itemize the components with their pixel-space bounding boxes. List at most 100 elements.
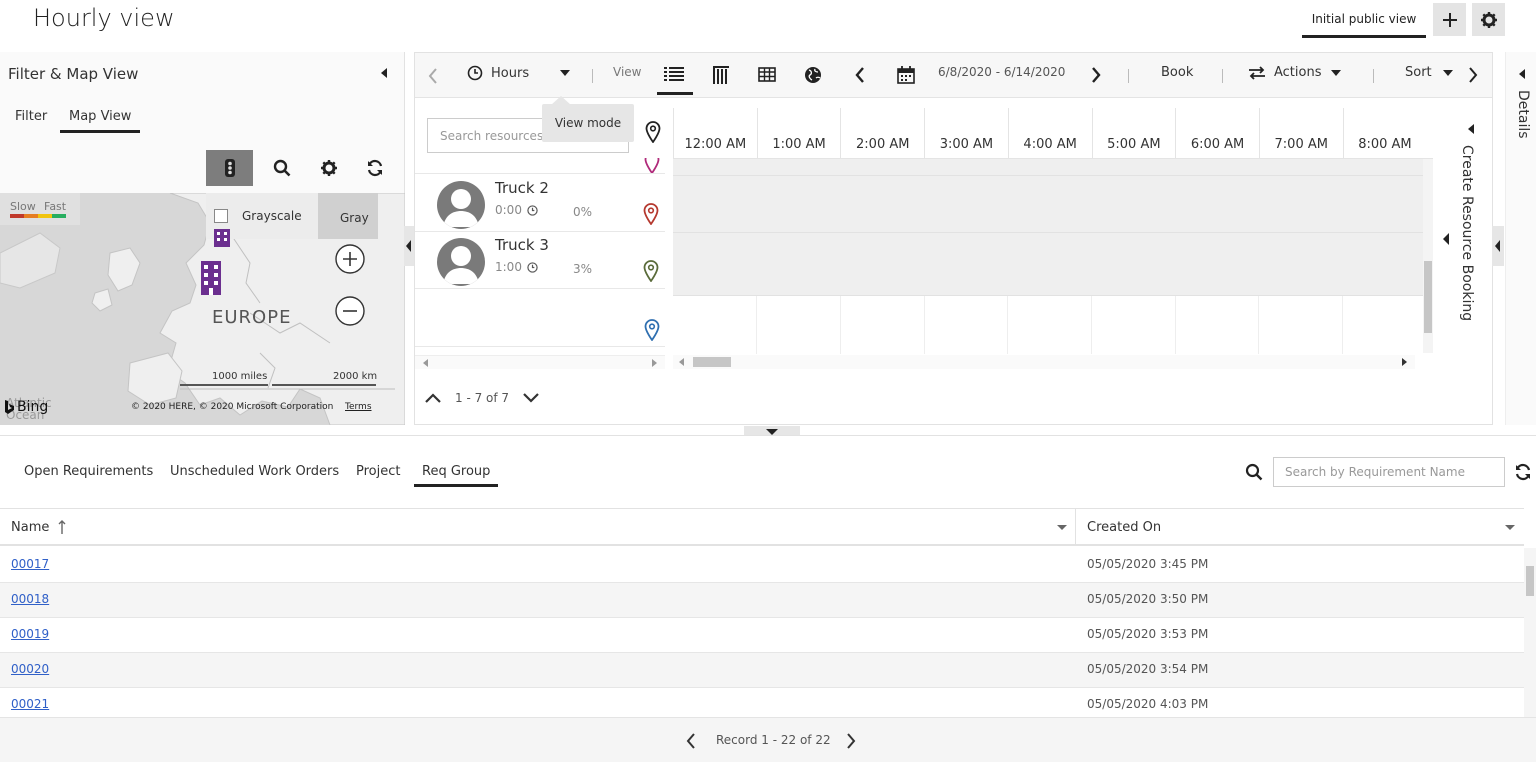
requirement-link[interactable]: 00020 xyxy=(11,662,49,676)
column-menu-icon[interactable] xyxy=(1056,524,1068,531)
building-marker-icon[interactable] xyxy=(212,229,232,247)
previous-page-icon[interactable] xyxy=(686,733,696,749)
traffic-button[interactable] xyxy=(206,150,253,186)
table-row[interactable]: 00020 05/05/2020 3:54 PM xyxy=(0,653,1524,688)
collapse-icon[interactable] xyxy=(1441,229,1451,249)
requirement-link[interactable]: 00017 xyxy=(11,557,49,571)
column-menu-icon[interactable] xyxy=(1504,524,1516,531)
details-rail[interactable]: Details xyxy=(1505,52,1536,425)
gantt-view-icon[interactable] xyxy=(713,66,729,84)
map-refresh-button[interactable] xyxy=(351,150,398,186)
timeline-horizontal-scrollbar[interactable] xyxy=(673,355,1415,369)
calendar-icon[interactable] xyxy=(897,66,915,84)
tab-open-requirements[interactable]: Open Requirements xyxy=(24,464,153,479)
scrollbar-thumb[interactable] xyxy=(693,357,731,367)
requirement-search-input[interactable]: Search by Requirement Name xyxy=(1273,457,1505,487)
hour-header: 6:00 AM xyxy=(1175,108,1259,158)
legend-fast-label: Fast xyxy=(44,200,67,213)
list-view-icon[interactable] xyxy=(664,66,684,82)
scroll-left-icon[interactable] xyxy=(423,359,429,367)
table-row[interactable]: 00019 05/05/2020 3:53 PM xyxy=(0,618,1524,653)
timeline-cells-occupied[interactable] xyxy=(673,159,1423,295)
timeline-cells-empty[interactable] xyxy=(673,295,1423,354)
date-range-label[interactable]: 6/8/2020 - 6/14/2020 xyxy=(938,65,1065,79)
scroll-right-icon[interactable] xyxy=(651,359,657,367)
map-search-button[interactable] xyxy=(258,150,305,186)
chevron-down-icon[interactable] xyxy=(523,393,539,403)
next-range-icon[interactable] xyxy=(1091,67,1101,83)
sort-ascending-icon[interactable] xyxy=(58,519,66,535)
location-pin-icon[interactable] xyxy=(645,121,661,143)
map-canvas[interactable]: Slow Fast Grayscale Gray EUROPE 1000 mil… xyxy=(0,193,405,425)
splitter-collapse-icon[interactable] xyxy=(1492,226,1504,266)
toolbar-divider xyxy=(1128,69,1129,83)
expand-panel-icon[interactable] xyxy=(1467,123,1475,135)
splitter-collapse-icon[interactable] xyxy=(404,226,414,266)
location-pin-icon[interactable] xyxy=(643,260,659,282)
map-terms-link[interactable]: Terms xyxy=(345,402,372,412)
view-selector[interactable]: Initial public view xyxy=(1302,6,1426,38)
zoom-out-icon[interactable] xyxy=(334,295,366,327)
building-marker-icon[interactable] xyxy=(199,261,223,295)
scrollbar-thumb[interactable] xyxy=(1526,566,1534,596)
column-divider xyxy=(1075,509,1076,545)
requirement-link[interactable]: 00019 xyxy=(11,627,49,641)
sort-dropdown[interactable]: Sort xyxy=(1405,65,1454,80)
book-button[interactable]: Book xyxy=(1161,65,1193,80)
caret-down-icon xyxy=(1330,69,1341,76)
collapse-left-icon[interactable] xyxy=(380,67,388,79)
chevron-right-icon[interactable] xyxy=(1468,67,1478,83)
search-icon[interactable] xyxy=(1245,463,1263,481)
table-row[interactable]: 00021 05/05/2020 4:03 PM xyxy=(0,688,1524,717)
refresh-icon[interactable] xyxy=(1514,463,1532,481)
resource-list: Search resources... Truck 2 0:00 0% Truc… xyxy=(415,108,673,373)
tab-map-view[interactable]: Map View xyxy=(69,109,131,124)
add-button[interactable] xyxy=(1433,3,1466,36)
location-pin-icon[interactable] xyxy=(643,203,659,225)
chevron-up-icon[interactable] xyxy=(425,393,441,403)
scrollbar-thumb[interactable] xyxy=(1424,261,1432,333)
expand-details-icon[interactable] xyxy=(1518,68,1526,80)
time-scale-dropdown[interactable]: Hours xyxy=(467,65,571,81)
partially-hidden-resource-row[interactable] xyxy=(415,158,665,174)
column-header-name[interactable]: Name xyxy=(11,520,49,535)
map-settings-button[interactable] xyxy=(305,150,352,186)
scroll-right-icon[interactable] xyxy=(1401,358,1407,366)
swap-icon xyxy=(1249,65,1265,80)
timeline-vertical-scrollbar[interactable] xyxy=(1423,159,1433,353)
scale-bar-miles xyxy=(180,384,268,386)
next-page-icon[interactable] xyxy=(846,733,856,749)
location-pin-icon[interactable] xyxy=(644,319,660,341)
user-icon xyxy=(443,189,479,227)
requirement-link[interactable]: 00021 xyxy=(11,697,49,711)
actions-dropdown[interactable]: Actions xyxy=(1248,65,1342,80)
table-row[interactable]: 00017 05/05/2020 3:45 PM xyxy=(0,548,1524,583)
resource-horizontal-scrollbar[interactable] xyxy=(415,355,665,369)
created-on-value: 05/05/2020 4:03 PM xyxy=(1087,697,1209,711)
tab-req-group[interactable]: Req Group xyxy=(422,464,490,479)
chevron-left-icon[interactable] xyxy=(428,68,438,84)
tab-unscheduled-work-orders[interactable]: Unscheduled Work Orders xyxy=(170,464,339,479)
zoom-in-icon[interactable] xyxy=(334,243,366,275)
requirement-link[interactable]: 00018 xyxy=(11,592,49,606)
bing-logo: Bing xyxy=(4,399,48,415)
resource-row[interactable] xyxy=(415,289,665,347)
scroll-left-icon[interactable] xyxy=(679,358,685,366)
table-view-icon[interactable] xyxy=(758,67,776,82)
previous-range-icon[interactable] xyxy=(855,67,865,83)
tab-project[interactable]: Project xyxy=(356,464,400,479)
tab-filter[interactable]: Filter xyxy=(15,109,47,124)
globe-icon[interactable] xyxy=(804,66,822,84)
timeline-header: 12:00 AM 1:00 AM 2:00 AM 3:00 AM 4:00 AM… xyxy=(673,108,1433,159)
resource-row[interactable]: Truck 3 1:00 3% xyxy=(415,232,665,289)
gray-style-button[interactable]: Gray xyxy=(318,193,378,239)
settings-button[interactable] xyxy=(1472,3,1505,36)
column-header-created-on[interactable]: Created On xyxy=(1087,520,1161,535)
resource-row[interactable]: Truck 2 0:00 0% xyxy=(415,175,665,232)
table-row[interactable]: 00018 05/05/2020 3:50 PM xyxy=(0,583,1524,618)
grid-line xyxy=(1091,296,1092,354)
filter-map-panel: Filter & Map View Filter Map View Slow F… xyxy=(0,52,405,425)
requirements-panel: Open Requirements Unscheduled Work Order… xyxy=(0,435,1536,762)
grid-vertical-scrollbar[interactable] xyxy=(1524,548,1536,717)
grayscale-thumbnail-icon xyxy=(214,209,228,223)
